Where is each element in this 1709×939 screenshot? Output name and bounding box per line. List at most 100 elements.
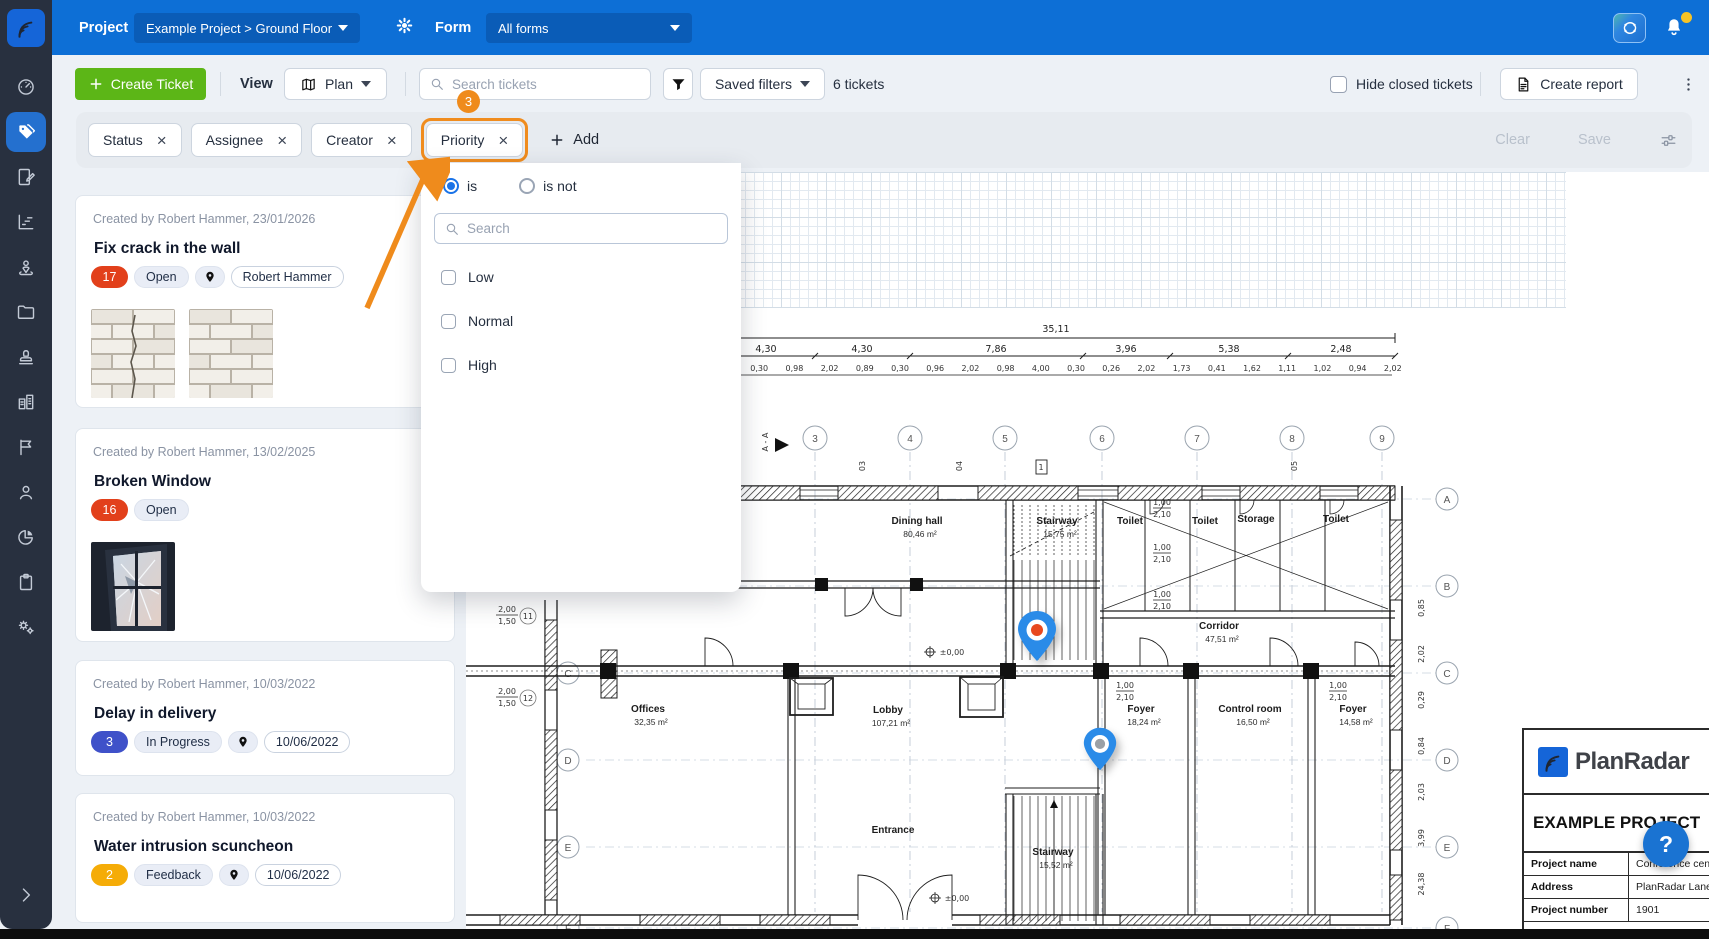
filter-button[interactable] bbox=[663, 68, 693, 100]
sidebar-expand-button[interactable] bbox=[6, 875, 46, 915]
checkbox[interactable] bbox=[441, 270, 456, 285]
svg-text:35,11: 35,11 bbox=[1042, 324, 1069, 335]
create-ticket-button[interactable]: Create Ticket bbox=[75, 68, 206, 100]
ticket-title: Fix crack in the wall bbox=[94, 240, 240, 258]
close-icon[interactable]: × bbox=[498, 132, 508, 149]
ticket-number-badge: 16 bbox=[91, 499, 128, 521]
ticket-card[interactable]: Created by Robert Hammer, 10/03/2022Wate… bbox=[75, 793, 455, 923]
sidebar-item-documents[interactable] bbox=[6, 292, 46, 332]
app-switcher-button[interactable] bbox=[1613, 13, 1646, 43]
sidebar-item-plans[interactable] bbox=[6, 247, 46, 287]
save-filters-button[interactable]: Save bbox=[1578, 132, 1611, 148]
app-logo[interactable] bbox=[0, 0, 52, 55]
svg-text:2,02: 2,02 bbox=[1384, 364, 1402, 373]
priority-option-high[interactable]: High bbox=[441, 357, 497, 373]
svg-text:Control room: Control room bbox=[1218, 704, 1281, 715]
sidebar-item-companies[interactable] bbox=[6, 382, 46, 422]
ticket-count: 6 tickets bbox=[833, 68, 884, 100]
sidebar-item-approvals[interactable] bbox=[6, 337, 46, 377]
ticket-created-info: Created by Robert Hammer, 23/01/2026 bbox=[93, 212, 315, 226]
priority-option-low[interactable]: Low bbox=[441, 269, 494, 285]
ticket-card[interactable]: Created by Robert Hammer, 23/01/2026 Fix … bbox=[75, 195, 455, 408]
highlighted-chip-outline: Priority× bbox=[421, 118, 529, 162]
svg-text:9: 9 bbox=[1379, 434, 1385, 445]
radio-is-not[interactable]: is not bbox=[519, 178, 576, 194]
sidebar-item-statistics[interactable] bbox=[6, 202, 46, 242]
svg-text:4,00: 4,00 bbox=[1032, 364, 1050, 373]
svg-text:D: D bbox=[1443, 756, 1450, 767]
svg-text:2,00: 2,00 bbox=[498, 605, 516, 614]
priority-search bbox=[434, 213, 728, 244]
svg-text:2,00: 2,00 bbox=[498, 687, 516, 696]
close-icon[interactable]: × bbox=[157, 132, 167, 149]
create-report-button[interactable]: Create report bbox=[1500, 68, 1638, 100]
svg-text:C: C bbox=[1443, 669, 1450, 680]
checkbox[interactable] bbox=[441, 358, 456, 373]
form-selector[interactable]: All forms bbox=[486, 13, 692, 43]
filter-chip-status[interactable]: Status× bbox=[88, 123, 182, 157]
brick-wall-cracked-photo[interactable] bbox=[91, 309, 175, 398]
svg-text:E: E bbox=[565, 843, 572, 854]
status-badge: Open bbox=[134, 266, 189, 288]
search-input[interactable] bbox=[452, 77, 632, 92]
radio-is[interactable]: is bbox=[443, 178, 477, 194]
svg-text:47,51 m²: 47,51 m² bbox=[1205, 634, 1239, 644]
svg-text:3,99: 3,99 bbox=[1417, 829, 1426, 847]
broken-window-photo[interactable] bbox=[91, 542, 175, 631]
filter-chip-assignee[interactable]: Assignee× bbox=[191, 123, 303, 157]
sidebar-item-reports[interactable] bbox=[6, 427, 46, 467]
checkbox[interactable] bbox=[441, 314, 456, 329]
svg-text:Dining hall: Dining hall bbox=[891, 516, 942, 527]
filter-chip-priority[interactable]: Priority× bbox=[426, 123, 524, 157]
sidebar-item-settings[interactable] bbox=[6, 607, 46, 647]
ticket-card[interactable]: Created by Robert Hammer, 10/03/2022Dela… bbox=[75, 660, 455, 776]
clear-filters-button[interactable]: Clear bbox=[1495, 132, 1530, 148]
svg-text:0,29: 0,29 bbox=[1417, 691, 1426, 709]
svg-text:2,02: 2,02 bbox=[961, 364, 979, 373]
sidebar-item-dashboard[interactable] bbox=[6, 67, 46, 107]
close-icon[interactable]: × bbox=[387, 132, 397, 149]
svg-text:0,26: 0,26 bbox=[1102, 364, 1120, 373]
saved-filters-selector[interactable]: Saved filters bbox=[700, 68, 825, 100]
sidebar-item-tasks[interactable] bbox=[6, 562, 46, 602]
match-mode-radios: is is not bbox=[443, 178, 577, 194]
svg-text:4: 4 bbox=[907, 434, 913, 445]
hide-closed-toggle[interactable]: Hide closed tickets bbox=[1330, 68, 1473, 100]
view-mode-selector[interactable]: Plan bbox=[284, 68, 387, 100]
project-selector[interactable]: Example Project > Ground Floor bbox=[134, 13, 360, 43]
svg-text:2,03: 2,03 bbox=[1417, 783, 1426, 801]
svg-text:2,10: 2,10 bbox=[1153, 602, 1171, 611]
buildings-icon bbox=[16, 392, 36, 412]
due-date-badge: 10/06/2022 bbox=[255, 864, 342, 886]
ticket-pin-open[interactable] bbox=[1015, 609, 1059, 663]
sidebar-item-tickets[interactable] bbox=[6, 112, 46, 152]
sidebar-item-forms[interactable] bbox=[6, 157, 46, 197]
brick-wall-photo[interactable] bbox=[189, 309, 273, 398]
ticket-created-info: Created by Robert Hammer, 13/02/2025 bbox=[93, 445, 315, 459]
location-pin-badge bbox=[219, 864, 249, 886]
help-button[interactable]: ? bbox=[1643, 821, 1689, 867]
svg-text:2,10: 2,10 bbox=[1153, 555, 1171, 564]
ticket-search bbox=[419, 68, 651, 100]
assignee-badge: Robert Hammer bbox=[231, 266, 344, 288]
add-filter-button[interactable]: Add bbox=[549, 132, 599, 148]
chevron-down-icon bbox=[338, 25, 348, 31]
close-icon[interactable]: × bbox=[277, 132, 287, 149]
ticket-card[interactable]: Created by Robert Hammer, 13/02/2025Brok… bbox=[75, 428, 455, 642]
sidebar-item-users[interactable] bbox=[6, 472, 46, 512]
priority-search-input[interactable] bbox=[467, 221, 697, 236]
svg-text:4,30: 4,30 bbox=[851, 344, 872, 355]
ticket-pin-closed[interactable] bbox=[1081, 726, 1119, 772]
hide-closed-checkbox[interactable] bbox=[1330, 76, 1347, 93]
sidebar-item-analytics[interactable] bbox=[6, 517, 46, 557]
chevron-down-icon bbox=[361, 81, 371, 87]
svg-text:1,02: 1,02 bbox=[1313, 364, 1331, 373]
planradar-logo-icon bbox=[13, 15, 39, 41]
sliders-icon[interactable] bbox=[1659, 131, 1678, 150]
ticket-created-info: Created by Robert Hammer, 10/03/2022 bbox=[93, 677, 315, 691]
project-settings-gear-icon[interactable] bbox=[395, 16, 414, 35]
filter-chip-creator[interactable]: Creator× bbox=[311, 123, 412, 157]
more-options-kebab-icon[interactable] bbox=[1672, 68, 1704, 100]
priority-option-normal[interactable]: Normal bbox=[441, 313, 513, 329]
svg-text:1,00: 1,00 bbox=[1116, 681, 1134, 690]
